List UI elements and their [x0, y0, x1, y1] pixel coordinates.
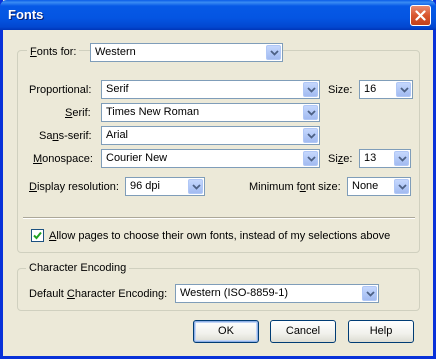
chevron-down-icon	[398, 184, 407, 190]
monospace-label: Monospace:	[33, 153, 93, 165]
dropdown-button[interactable]	[303, 82, 318, 97]
dropdown-button[interactable]	[394, 179, 409, 194]
cancel-button[interactable]: Cancel	[270, 320, 336, 343]
display-resolution-value: 96 dpi	[130, 180, 160, 192]
monospace-size-label: Size:	[328, 153, 353, 165]
default-encoding-value: Western (ISO-8859-1)	[180, 287, 289, 299]
serif-label: Serif:	[65, 107, 91, 119]
allow-pages-checkbox[interactable]	[31, 229, 44, 242]
close-icon	[415, 10, 426, 21]
chevron-down-icon	[307, 87, 316, 93]
dropdown-button[interactable]	[188, 179, 203, 194]
monospace-select[interactable]: Courier New	[101, 149, 320, 168]
dropdown-button[interactable]	[303, 151, 318, 166]
dropdown-button[interactable]	[303, 128, 318, 143]
serif-value: Times New Roman	[106, 106, 200, 118]
min-font-size-select[interactable]: None	[347, 177, 411, 196]
encoding-group-title: Character Encoding	[26, 262, 130, 274]
chevron-down-icon	[366, 291, 375, 297]
monospace-size-select[interactable]: 13	[359, 149, 411, 168]
display-resolution-label: Display resolution:	[29, 181, 119, 193]
dropdown-button[interactable]	[394, 151, 409, 166]
serif-select[interactable]: Times New Roman	[101, 103, 320, 122]
dropdown-button[interactable]	[396, 82, 411, 97]
fonts-for-label: Fonts for:	[27, 46, 80, 58]
sans-serif-label: Sans-serif:	[39, 130, 92, 142]
monospace-value: Courier New	[106, 152, 168, 164]
dropdown-button[interactable]	[266, 45, 281, 60]
chevron-down-icon	[192, 184, 201, 190]
chevron-down-icon	[270, 50, 279, 56]
chevron-down-icon	[307, 156, 316, 162]
default-encoding-label: Default Character Encoding:	[29, 288, 168, 300]
proportional-size-select[interactable]: 16	[359, 80, 413, 99]
ok-button[interactable]: OK	[193, 320, 259, 343]
dropdown-button[interactable]	[362, 286, 377, 301]
chevron-down-icon	[307, 133, 316, 139]
separator	[23, 217, 415, 219]
min-font-size-value: None	[352, 180, 379, 192]
monospace-size-value: 13	[364, 152, 377, 164]
chevron-down-icon	[400, 87, 409, 93]
proportional-label: Proportional:	[29, 84, 92, 96]
help-button[interactable]: Help	[348, 320, 414, 343]
sans-serif-select[interactable]: Arial	[101, 126, 320, 145]
sans-serif-value: Arial	[106, 129, 129, 141]
window-title: Fonts	[8, 7, 44, 22]
chevron-down-icon	[398, 156, 407, 162]
default-encoding-select[interactable]: Western (ISO-8859-1)	[175, 284, 379, 303]
allow-pages-label[interactable]: Allow pages to choose their own fonts, i…	[49, 230, 390, 242]
display-resolution-select[interactable]: 96 dpi	[125, 177, 205, 196]
check-icon	[33, 231, 42, 240]
fonts-for-select[interactable]: Western	[90, 43, 283, 62]
fonts-for-value: Western	[95, 46, 136, 58]
proportional-select[interactable]: Serif	[101, 80, 320, 99]
close-button[interactable]	[410, 5, 431, 26]
proportional-value: Serif	[106, 83, 129, 95]
fonts-dialog: Fonts Fonts for: Western Proportional: S…	[0, 0, 436, 359]
proportional-size-value: 16	[364, 83, 377, 95]
min-font-size-label: Minimum font size:	[249, 181, 341, 193]
title-bar[interactable]: Fonts	[0, 0, 436, 30]
size-label: Size:	[328, 84, 353, 96]
chevron-down-icon	[307, 110, 316, 116]
dropdown-button[interactable]	[303, 105, 318, 120]
